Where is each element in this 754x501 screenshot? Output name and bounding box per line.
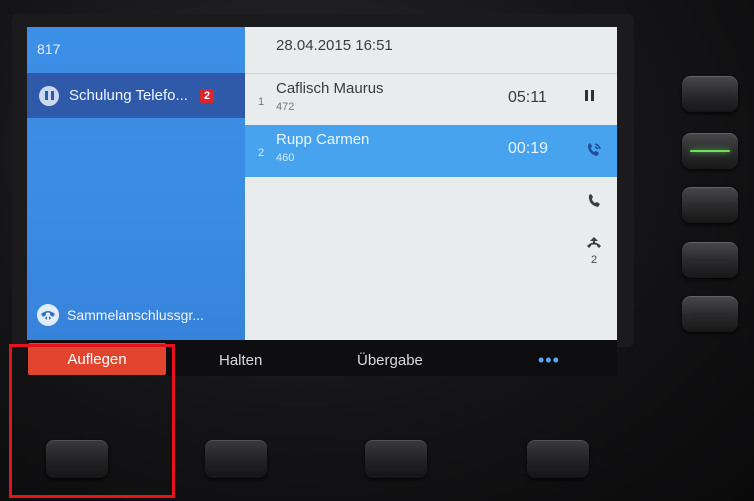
date-time: 28.04.2015 16:51 <box>276 37 393 54</box>
softkey-button-2[interactable] <box>205 440 267 478</box>
hold-softkey-label[interactable]: Halten <box>219 352 262 369</box>
active-call-icon <box>585 141 603 164</box>
caller-name: Rupp Carmen <box>276 131 370 148</box>
pause-icon <box>39 85 59 106</box>
softkey-button-4[interactable] <box>527 440 589 478</box>
line-item-hunt-group[interactable]: Sammelanschlussgr... <box>27 297 245 333</box>
call-row-1[interactable]: 1 Caflisch Maurus 472 05:11 <box>245 73 617 127</box>
line-key-4[interactable] <box>682 242 738 278</box>
line-key-3[interactable] <box>682 187 738 223</box>
line-item-schulung[interactable]: Schulung Telefo... 2 <box>27 73 245 118</box>
softkey-button-3[interactable] <box>365 440 427 478</box>
call-index: 1 <box>258 96 265 108</box>
hunt-group-label: Sammelanschlussgr... <box>67 307 204 323</box>
transfer-softkey-label[interactable]: Übergabe <box>357 352 423 369</box>
extension-number: 817 <box>37 41 61 57</box>
call-index: 2 <box>258 147 265 159</box>
line-key-5[interactable] <box>682 296 738 332</box>
highlight-box <box>9 344 175 498</box>
call-timer: 00:19 <box>508 140 549 157</box>
call-timer: 05:11 <box>508 89 547 106</box>
call-count-badge: 2 <box>199 88 215 103</box>
line-panel: 817 Schulung Telefo... 2 Sammelanschluss… <box>27 27 245 340</box>
hunt-group-icon <box>37 304 59 326</box>
line-key-1[interactable] <box>682 76 738 112</box>
caller-number: 460 <box>276 152 295 164</box>
line-key-2[interactable] <box>682 133 738 169</box>
call-row-2[interactable]: 2 Rupp Carmen 460 00:19 <box>245 125 617 177</box>
held-icon <box>585 90 594 101</box>
phone-icon[interactable] <box>583 193 605 214</box>
phone-screen: 817 Schulung Telefo... 2 Sammelanschluss… <box>27 27 617 340</box>
call-panel: 28.04.2015 16:51 1 Caflisch Maurus 472 0… <box>245 27 617 340</box>
line-label: Schulung Telefo... <box>69 87 188 104</box>
caller-number: 472 <box>276 101 295 113</box>
more-softkey-label[interactable]: ••• <box>538 350 560 371</box>
pickup-count: 2 <box>590 254 598 266</box>
caller-name: Caflisch Maurus <box>276 80 384 97</box>
pickup-icon[interactable]: 2 <box>583 237 605 266</box>
